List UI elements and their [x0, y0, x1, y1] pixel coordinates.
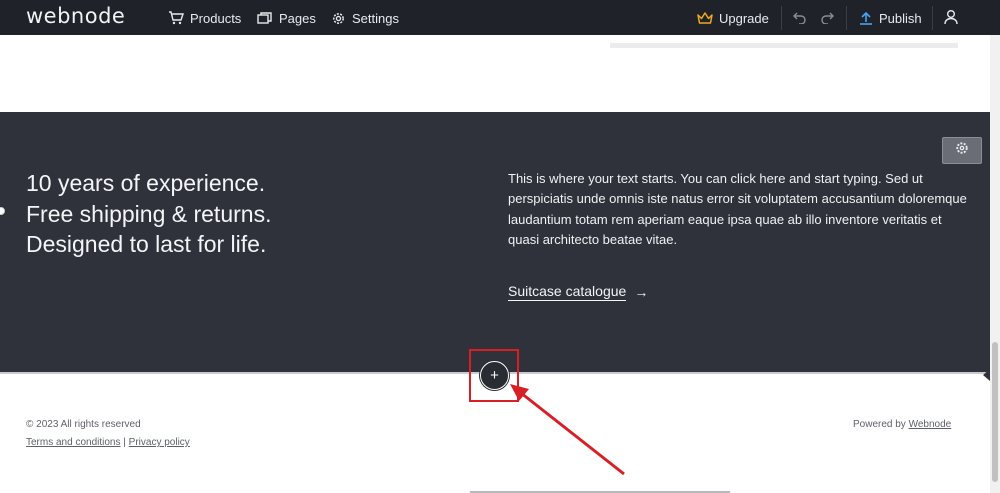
products-label: Products [190, 10, 242, 26]
settings-label: Settings [352, 10, 399, 26]
faded-content-line [610, 43, 958, 48]
headline-line: 10 years of experience. [26, 170, 266, 196]
link-separator: | [123, 437, 126, 448]
pages-button[interactable]: Pages [257, 9, 316, 27]
user-icon[interactable] [944, 9, 958, 30]
settings-button[interactable]: Settings [331, 9, 399, 27]
corner-marker [983, 369, 990, 381]
gear-icon [331, 11, 346, 26]
divider [932, 6, 933, 30]
upgrade-label: Upgrade [719, 10, 769, 26]
crown-icon [697, 11, 713, 25]
redo-icon[interactable] [820, 10, 834, 29]
section-settings-button[interactable] [942, 137, 982, 164]
undo-icon[interactable] [793, 10, 807, 29]
copyright-text: © 2023 All rights reserved [26, 419, 141, 430]
cart-icon [168, 11, 184, 25]
webnode-link[interactable]: Webnode [909, 419, 952, 430]
gear-icon [955, 141, 969, 160]
powered-by: Powered by Webnode [853, 419, 951, 430]
publish-label: Publish [879, 10, 922, 26]
webnode-logo[interactable]: webnode [26, 4, 125, 28]
powered-prefix: Powered by [853, 419, 906, 430]
pages-icon [257, 11, 273, 25]
suitcase-catalogue-link[interactable]: Suitcase catalogue → [508, 283, 648, 301]
divider [846, 6, 847, 30]
privacy-link[interactable]: Privacy policy [129, 437, 190, 448]
terms-link[interactable]: Terms and conditions [26, 437, 121, 448]
editor-topbar: webnode Products Pages Settings Upgrade [0, 0, 1000, 35]
pages-label: Pages [279, 10, 316, 26]
headline-line: Free shipping & returns. [26, 200, 272, 227]
upgrade-button[interactable]: Upgrade [697, 9, 769, 27]
section-paragraph[interactable]: This is where your text starts. You can … [508, 169, 968, 251]
section-headline[interactable]: 10 years of experience. Free shipping & … [26, 168, 271, 260]
arrow-right-icon: → [634, 284, 649, 300]
headline-line: Designed to last for life. [26, 231, 267, 257]
publish-button[interactable]: Publish [859, 9, 922, 27]
upload-icon [859, 11, 873, 26]
divider [781, 6, 782, 30]
link-label: Suitcase catalogue [508, 283, 627, 301]
scrollbar-thumb[interactable] [992, 342, 998, 482]
annotation-highlight-box [469, 349, 519, 402]
footer-links: Terms and conditions | Privacy policy [26, 437, 190, 448]
products-button[interactable]: Products [168, 9, 241, 27]
